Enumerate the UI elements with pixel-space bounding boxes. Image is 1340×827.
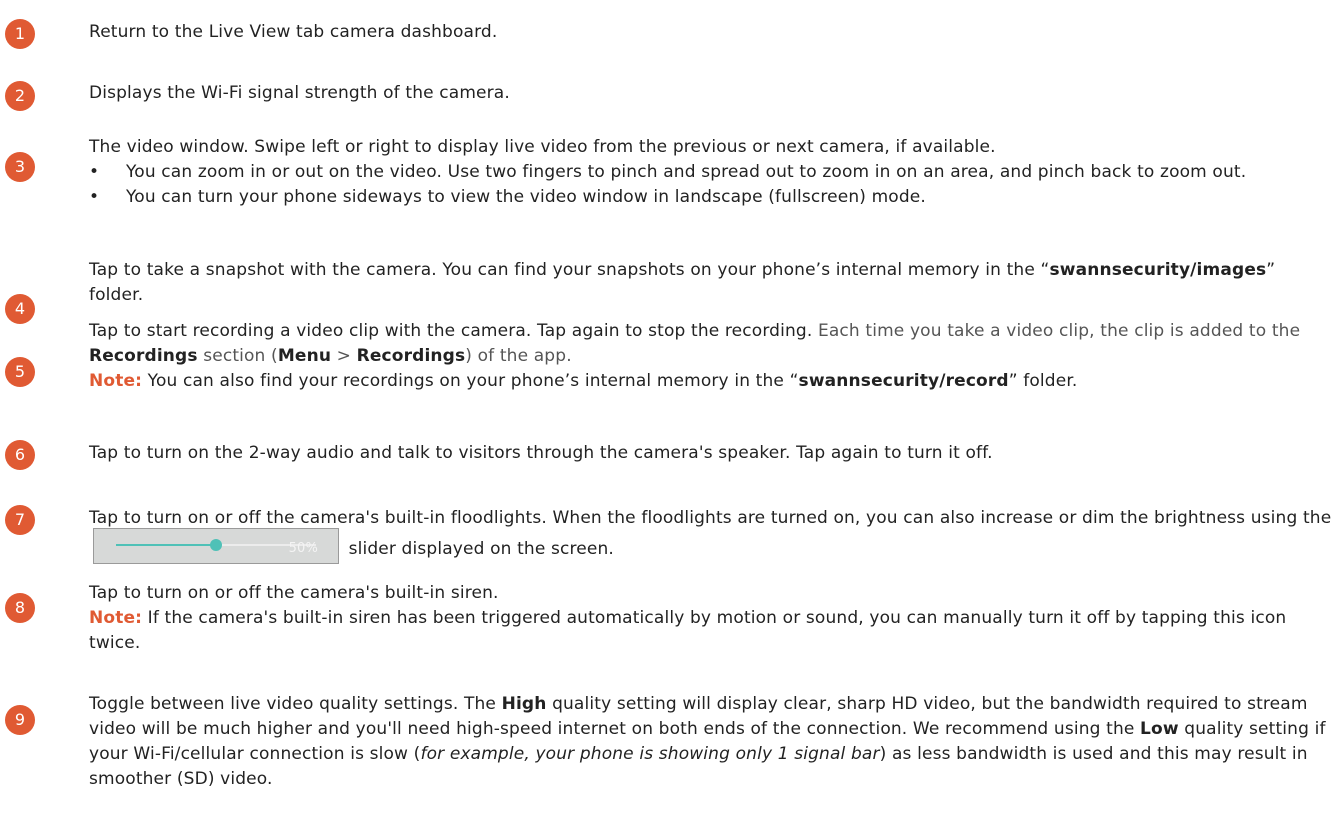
text-run: Tap to take a snapshot with the camera. … [89, 260, 1050, 280]
step-description-9: Toggle between live video quality settin… [89, 692, 1334, 792]
bullet-marker: • [89, 187, 100, 207]
text-run: If the camera's built-in siren has been … [89, 608, 1287, 653]
step-text: Tap to turn on or off the camera's built… [89, 583, 499, 603]
bullet-text: You can turn your phone sideways to view… [126, 187, 926, 207]
note: Note: You can also find your recordings … [89, 369, 1334, 394]
recordings-label: Recordings [356, 346, 466, 366]
slider-fill [116, 544, 216, 546]
step-description-6: Tap to turn on the 2-way audio and talk … [89, 441, 1334, 466]
recordings-label: Recordings [89, 346, 198, 366]
example-text: for example, your phone is showing only … [420, 744, 880, 764]
text-run: ” folder. [1008, 371, 1078, 391]
text-run: Each time you take a video clip, the cli… [817, 321, 1301, 341]
step-number-3: 3 [5, 152, 35, 182]
note: Note: If the camera's built-in siren has… [89, 606, 1334, 656]
step-description-2: Displays the Wi-Fi signal strength of th… [89, 81, 1334, 106]
step-number-6: 6 [5, 440, 35, 470]
text-run: Tap to turn on or off the camera's built… [89, 508, 1332, 528]
step-number-9: 9 [5, 705, 35, 735]
menu-label: Menu [277, 346, 332, 366]
step-text: The video window. Swipe left or right to… [89, 137, 996, 157]
text-run: section ( [197, 346, 278, 366]
bullet-item: • You can turn your phone sideways to vi… [89, 185, 1334, 210]
step-number-4: 4 [5, 294, 35, 324]
text-run: > [331, 346, 357, 366]
text-run: Toggle between live video quality settin… [89, 694, 502, 714]
step-text: Tap to take a snapshot with the camera. … [89, 258, 1334, 308]
step-number-2: 2 [5, 81, 35, 111]
bullet-item: • You can zoom in or out on the video. U… [89, 160, 1334, 185]
slider-percent: 50% [288, 541, 318, 556]
quality-high: High [501, 694, 547, 714]
text-run: You can also find your recordings on you… [142, 371, 799, 391]
step-description-5: Tap to start recording a video clip with… [89, 319, 1334, 394]
step-description-4: Tap to take a snapshot with the camera. … [89, 258, 1334, 308]
step-description-7: Tap to turn on or off the camera's built… [89, 506, 1334, 567]
text-run: ) of the app. [465, 346, 572, 366]
step-text: Displays the Wi-Fi signal strength of th… [89, 83, 510, 103]
step-text: Tap to start recording a video clip with… [89, 319, 1334, 369]
step-description-3: The video window. Swipe left or right to… [89, 135, 1334, 210]
note-label: Note: [89, 608, 143, 628]
step-text: Return to the Live View tab camera dashb… [89, 22, 498, 42]
step-description-8: Tap to turn on or off the camera's built… [89, 581, 1334, 656]
brightness-slider-image: 50% [93, 528, 339, 564]
folder-path: swannsecurity/record [798, 371, 1009, 391]
slider-knob [210, 539, 222, 551]
bullet-text: You can zoom in or out on the video. Use… [126, 162, 1247, 182]
step-text: Toggle between live video quality settin… [89, 692, 1334, 792]
text-run: slider displayed on the screen. [348, 539, 614, 559]
bullet-marker: • [89, 162, 100, 182]
note-label: Note: [89, 371, 143, 391]
step-number-8: 8 [5, 593, 35, 623]
step-text: Tap to turn on or off the camera's built… [89, 506, 1334, 567]
step-number-1: 1 [5, 19, 35, 49]
text-run: Tap to start recording a video clip with… [89, 321, 818, 341]
quality-low: Low [1140, 719, 1179, 739]
step-text: Tap to turn on the 2-way audio and talk … [89, 443, 993, 463]
step-description-1: Return to the Live View tab camera dashb… [89, 20, 1334, 45]
step-number-5: 5 [5, 357, 35, 387]
step-number-7: 7 [5, 505, 35, 535]
folder-path: swannsecurity/images [1049, 260, 1267, 280]
